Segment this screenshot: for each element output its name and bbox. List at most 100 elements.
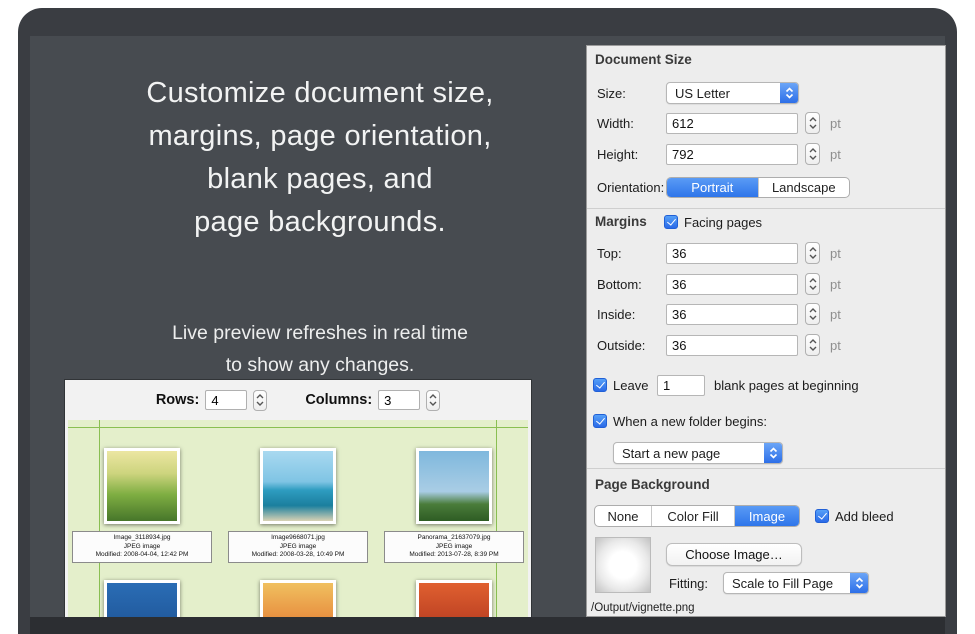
columns-label: Columns: (305, 392, 372, 408)
width-input[interactable] (666, 113, 798, 134)
size-popup-value: US Letter (675, 86, 730, 101)
fitting-popup-value: Scale to Fill Page (732, 576, 833, 591)
fitting-label: Fitting: (669, 576, 708, 591)
new-folder-checkbox[interactable] (593, 414, 607, 428)
photo-thumbnail-palms (416, 448, 492, 524)
columns-input[interactable] (378, 390, 420, 410)
stepper-arrows-icon (809, 116, 817, 130)
caption-modified: Modified: 2013-07-28, 8:39 PM (385, 551, 523, 560)
background-color-fill-segment[interactable]: Color Fill (651, 506, 734, 526)
margin-bottom-unit: pt (830, 277, 841, 292)
rows-label: Rows: (156, 392, 200, 408)
height-stepper[interactable] (805, 143, 820, 165)
rows-input[interactable] (205, 390, 247, 410)
headline-line: Customize document size, (60, 72, 580, 115)
orientation-portrait-segment[interactable]: Portrait (667, 178, 758, 197)
subheadline-line: Live preview refreshes in real time (60, 317, 580, 349)
stepper-arrows-icon (809, 338, 817, 352)
page-preview-canvas: Image_3118934.jpg JPEG image Modified: 2… (68, 420, 528, 617)
margin-outside-stepper[interactable] (805, 334, 820, 356)
image-caption: Image_3118934.jpg JPEG image Modified: 2… (72, 531, 212, 563)
popup-arrows-icon (764, 443, 782, 463)
stepper-arrows-icon (809, 277, 817, 291)
rows-stepper[interactable] (253, 390, 267, 411)
background-image-segment[interactable]: Image (734, 506, 799, 526)
caption-filename: Panorama_21637079.jpg (385, 534, 523, 543)
page-background-header: Page Background (595, 477, 710, 492)
margin-inside-label: Inside: (597, 307, 635, 322)
headline: Customize document size, margins, page o… (60, 72, 580, 244)
add-bleed-checkbox[interactable] (815, 509, 829, 523)
section-divider (587, 208, 945, 209)
margin-top-stepper[interactable] (805, 242, 820, 264)
columns-stepper[interactable] (426, 390, 440, 411)
margin-top-unit: pt (830, 246, 841, 261)
image-caption: Image9668071.jpg JPEG image Modified: 20… (228, 531, 368, 563)
settings-panel: Document Size Size: US Letter Width: pt … (586, 45, 946, 617)
facing-pages-checkbox[interactable] (664, 215, 678, 229)
caption-filename: Image9668071.jpg (229, 534, 367, 543)
display-bottom-bezel (30, 617, 945, 634)
size-popup[interactable]: US Letter (666, 82, 799, 104)
caption-modified: Modified: 2008-04-04, 12:42 PM (73, 551, 211, 560)
size-label: Size: (597, 86, 626, 101)
margins-header: Margins (595, 214, 647, 229)
photo-thumbnail-sunset (260, 580, 336, 617)
margin-inside-input[interactable] (666, 304, 798, 325)
margin-bottom-stepper[interactable] (805, 273, 820, 295)
new-folder-action-value: Start a new page (622, 446, 720, 461)
choose-image-button[interactable]: Choose Image… (666, 543, 802, 566)
new-folder-action-popup[interactable]: Start a new page (613, 442, 783, 464)
blank-pages-suffix-label: blank pages at beginning (714, 378, 859, 393)
fitting-popup[interactable]: Scale to Fill Page (723, 572, 869, 594)
margin-top-input[interactable] (666, 243, 798, 264)
margin-inside-unit: pt (830, 307, 841, 322)
headline-line: blank pages, and (60, 158, 580, 201)
section-divider (587, 468, 945, 469)
subheadline: Live preview refreshes in real time to s… (60, 317, 580, 381)
image-cell (383, 580, 525, 617)
photo-thumbnail-red-sunset (416, 580, 492, 617)
margin-inside-stepper[interactable] (805, 303, 820, 325)
stepper-arrows-icon (429, 393, 437, 407)
height-label: Height: (597, 147, 638, 162)
stepper-arrows-icon (809, 307, 817, 321)
document-size-header: Document Size (595, 52, 692, 67)
photo-thumbnail-tree (104, 448, 180, 524)
facing-pages-label: Facing pages (684, 215, 762, 230)
background-mode-segmented-control: None Color Fill Image (594, 505, 800, 527)
popup-arrows-icon (850, 573, 868, 593)
caption-kind: JPEG image (229, 543, 367, 552)
image-cell: Image9668071.jpg JPEG image Modified: 20… (227, 448, 369, 563)
margin-top-label: Top: (597, 246, 622, 261)
stepper-arrows-icon (809, 246, 817, 260)
margin-outside-unit: pt (830, 338, 841, 353)
leave-blank-pages-checkbox[interactable] (593, 378, 607, 392)
live-preview-window: Rows: Columns: (65, 380, 531, 617)
marketing-screenshot: Customize document size, margins, page o… (0, 0, 975, 634)
margin-outside-label: Outside: (597, 338, 645, 353)
image-cell: Panorama_21637079.jpg JPEG image Modifie… (383, 448, 525, 563)
output-path-label: /Output/vignette.png (591, 602, 695, 614)
margin-guide-line (68, 427, 528, 428)
headline-line: page backgrounds. (60, 201, 580, 244)
image-cell (71, 580, 213, 617)
new-folder-label: When a new folder begins: (613, 414, 767, 429)
orientation-landscape-segment[interactable]: Landscape (758, 178, 850, 197)
background-none-segment[interactable]: None (595, 506, 651, 526)
screen: Customize document size, margins, page o… (30, 36, 945, 617)
popup-arrows-icon (780, 83, 798, 103)
width-label: Width: (597, 116, 634, 131)
caption-modified: Modified: 2008-03-28, 10:49 PM (229, 551, 367, 560)
blank-pages-count-input[interactable] (657, 375, 705, 396)
subheadline-line: to show any changes. (60, 349, 580, 381)
photo-thumbnail-beach (260, 448, 336, 524)
caption-kind: JPEG image (73, 543, 211, 552)
image-cell: Image_3118934.jpg JPEG image Modified: 2… (71, 448, 213, 563)
leave-label: Leave (613, 378, 648, 393)
caption-kind: JPEG image (385, 543, 523, 552)
margin-outside-input[interactable] (666, 335, 798, 356)
margin-bottom-input[interactable] (666, 274, 798, 295)
width-stepper[interactable] (805, 112, 820, 134)
height-input[interactable] (666, 144, 798, 165)
